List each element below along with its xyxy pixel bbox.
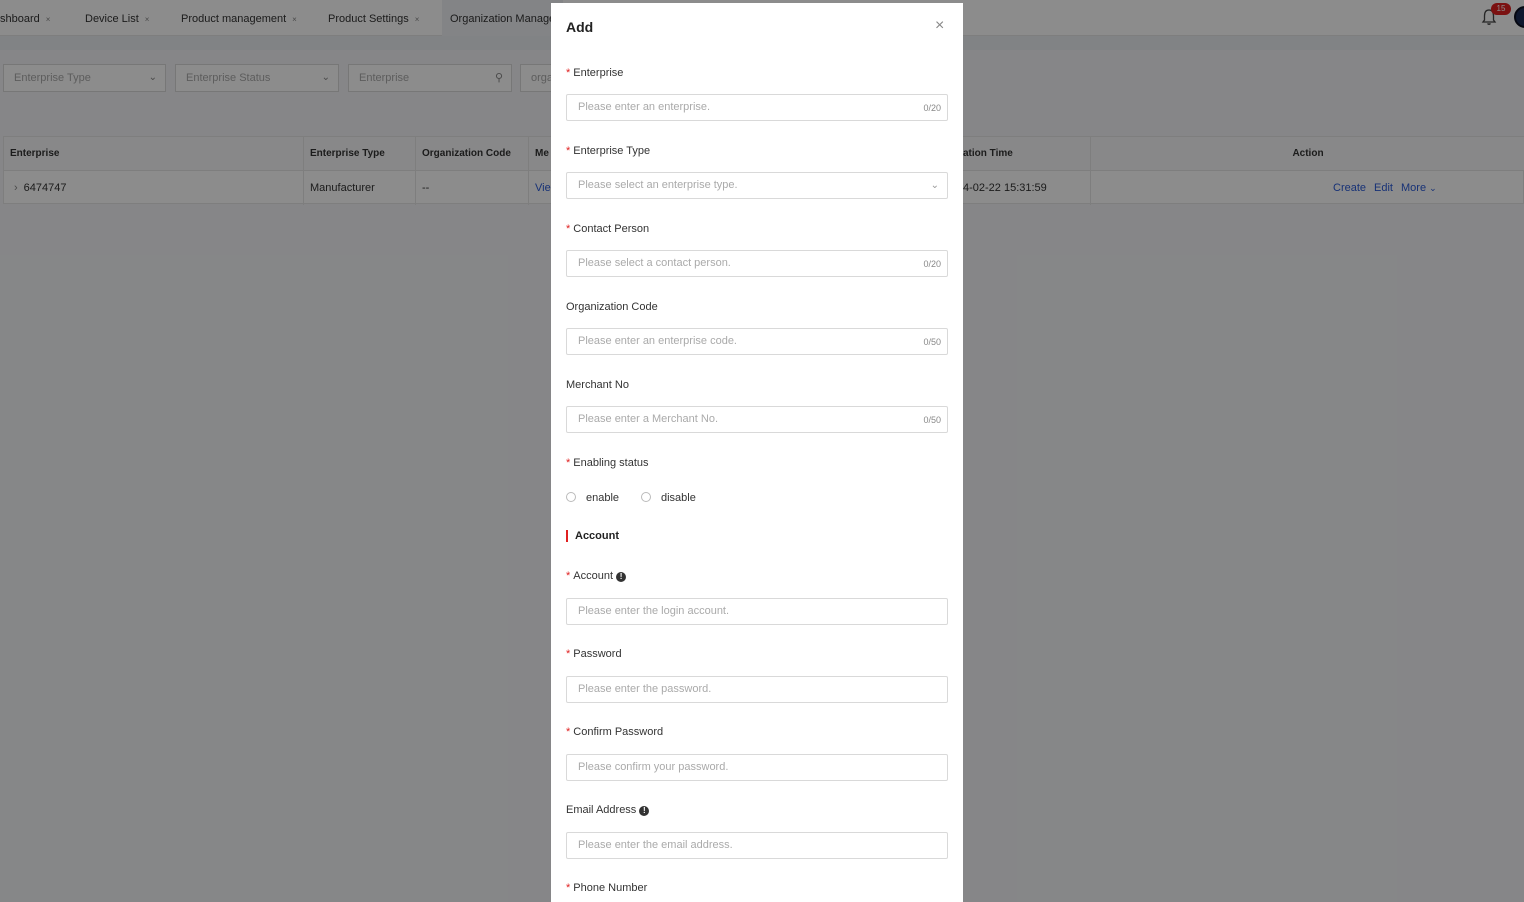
account-label: * Account! <box>566 570 627 582</box>
placeholder: Please enter a Merchant No. <box>578 413 719 425</box>
radio-label: disable <box>661 492 696 504</box>
placeholder: Please enter an enterprise code. <box>578 335 737 347</box>
char-counter: 0/50 <box>923 415 941 425</box>
enterprise-type-select[interactable]: Please select an enterprise type. ⌄ <box>566 172 948 199</box>
email-input[interactable]: Please enter the email address. <box>566 832 948 859</box>
radio-circle <box>566 492 576 502</box>
enterprise-type-label: * Enterprise Type <box>566 145 651 157</box>
add-dialog: Add × * Enterprise Please enter an enterp… <box>551 3 963 902</box>
close-icon[interactable]: × <box>935 17 944 35</box>
info-icon[interactable]: ! <box>639 806 650 816</box>
contact-person-input[interactable]: Please select a contact person. 0/20 <box>566 250 948 277</box>
radio-circle <box>641 492 651 502</box>
chevron-down-icon: ⌄ <box>930 180 939 191</box>
placeholder: Please enter the email address. <box>578 839 733 851</box>
confirm-password-input[interactable]: Please confirm your password. <box>566 754 948 781</box>
placeholder: Please enter an enterprise. <box>578 101 711 113</box>
phone-number-label: * Phone Number <box>566 882 648 894</box>
account-section-heading: Account <box>566 530 619 542</box>
password-label: * Password <box>566 648 622 660</box>
enabling-status-label: * Enabling status <box>566 457 649 469</box>
enable-radio[interactable]: enable <box>566 492 619 504</box>
contact-person-label: * Contact Person <box>566 223 650 235</box>
placeholder: Please confirm your password. <box>578 761 729 773</box>
account-input[interactable]: Please enter the login account. <box>566 598 948 625</box>
char-counter: 0/20 <box>923 259 941 269</box>
password-input[interactable]: Please enter the password. <box>566 676 948 703</box>
enterprise-input[interactable]: Please enter an enterprise. 0/20 <box>566 94 948 121</box>
enterprise-label: * Enterprise <box>566 67 624 79</box>
char-counter: 0/50 <box>923 337 941 347</box>
merchant-no-input[interactable]: Please enter a Merchant No. 0/50 <box>566 406 948 433</box>
placeholder: Please enter the login account. <box>578 605 730 617</box>
email-label: Email Address! <box>566 804 650 816</box>
placeholder: Please enter the password. <box>578 683 712 695</box>
merchant-no-label: Merchant No <box>566 379 629 391</box>
disable-radio[interactable]: disable <box>641 492 696 504</box>
confirm-password-label: * Confirm Password <box>566 726 664 738</box>
dialog-title: Add <box>566 19 594 35</box>
placeholder: Please select a contact person. <box>578 257 731 269</box>
organization-code-input[interactable]: Please enter an enterprise code. 0/50 <box>566 328 948 355</box>
char-counter: 0/20 <box>923 103 941 113</box>
placeholder: Please select an enterprise type. <box>578 179 738 191</box>
organization-code-label: Organization Code <box>566 301 658 313</box>
info-icon[interactable]: ! <box>616 572 627 582</box>
radio-label: enable <box>586 492 620 504</box>
